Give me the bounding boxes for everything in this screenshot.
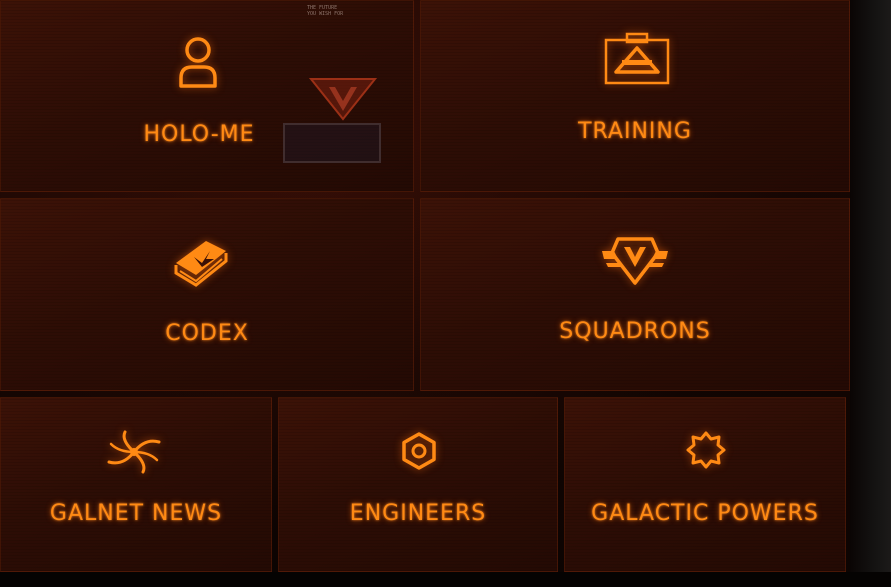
frame-bottom-edge — [0, 572, 891, 587]
squadron-emblem-icon — [600, 233, 670, 287]
power-star-icon — [686, 430, 726, 470]
poster-text: THE FUTURE YOU WISH FOR — [307, 5, 344, 17]
tile-label: GALACTIC POWERS — [591, 501, 819, 526]
tile-squadrons[interactable]: SQUADRONS — [420, 198, 850, 391]
tile-galactic-powers[interactable]: GALACTIC POWERS — [564, 397, 846, 572]
frame-right-edge — [850, 0, 891, 587]
person-icon — [178, 36, 218, 90]
faction-emblem-icon — [307, 75, 379, 123]
tile-codex[interactable]: CODEX — [0, 198, 414, 391]
main-menu-panel: THE FUTURE YOU WISH FOR HOLO-ME TRAINING… — [0, 0, 891, 587]
codex-book-icon — [172, 237, 230, 289]
tile-galnet-news[interactable]: GALNET NEWS — [0, 397, 272, 572]
engineer-hex-bolt-icon — [400, 431, 438, 471]
galaxy-spiral-icon — [105, 430, 163, 474]
tile-label: ENGINEERS — [349, 501, 487, 526]
tile-label: TRAINING — [578, 119, 692, 144]
training-clipboard-icon — [604, 32, 670, 86]
tile-holo-me[interactable]: THE FUTURE YOU WISH FOR HOLO-ME — [0, 0, 414, 192]
tile-engineers[interactable]: ENGINEERS — [278, 397, 558, 572]
tile-label: CODEX — [165, 321, 249, 346]
tile-label: HOLO-ME — [143, 122, 255, 147]
tile-training[interactable]: TRAINING — [420, 0, 850, 192]
tile-label: GALNET NEWS — [49, 501, 223, 526]
tile-label: SQUADRONS — [559, 319, 711, 344]
